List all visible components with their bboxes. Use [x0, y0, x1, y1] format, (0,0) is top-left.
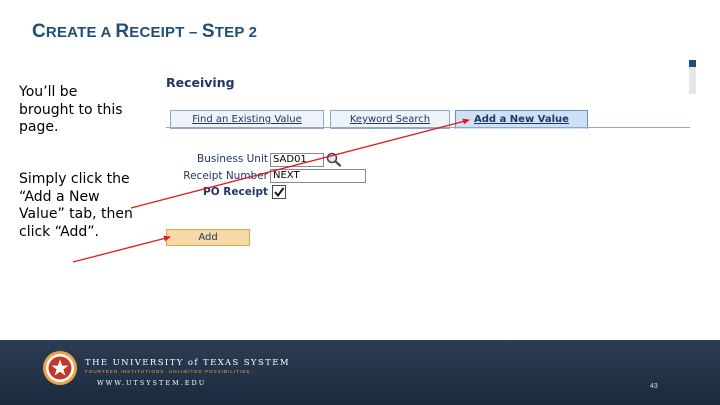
- side-marker: [689, 60, 696, 94]
- po-receipt-label: PO Receipt: [203, 186, 268, 198]
- add-button[interactable]: Add: [166, 229, 250, 246]
- tab-keyword-search-label: Keyword Search: [349, 114, 431, 125]
- title-rest-2: ECEIPT –: [129, 24, 202, 41]
- tab-divider: [166, 127, 690, 128]
- instruction-paragraph-1: You’ll be brought to this page.: [19, 84, 123, 135]
- tab-add-new-value-label: Add a New Value: [474, 114, 569, 125]
- business-unit-label: Business Unit: [196, 153, 268, 165]
- tab-find-existing-label: Find an Existing Value: [192, 114, 302, 125]
- title-rest-3: TEP 2: [214, 24, 258, 41]
- business-unit-input[interactable]: SAD01: [270, 153, 324, 167]
- receipt-number-input[interactable]: NEXT: [270, 169, 366, 183]
- title-rest-1: REATE A: [45, 24, 116, 41]
- slide-title: CREATE A RECEIPT – STEP 2: [32, 21, 257, 43]
- page-number: 43: [650, 383, 658, 390]
- instruction-paragraph-2: Simply click the “Add a New Value” tab, …: [19, 171, 133, 240]
- checkbox-checked-icon[interactable]: [272, 185, 286, 199]
- title-cap-2: R: [115, 21, 130, 42]
- title-cap-3: S: [201, 21, 215, 42]
- ut-system-seal: [43, 351, 77, 385]
- receipt-number-label: Receipt Number: [183, 170, 268, 182]
- footer-org-name: THE UNIVERSITY of TEXAS SYSTEM: [85, 358, 290, 368]
- receiving-heading: Receiving: [166, 75, 235, 90]
- footer-tagline: FOURTEEN INSTITUTIONS. UNLIMITED POSSIBI…: [85, 369, 253, 374]
- lookup-magnifier-icon[interactable]: [325, 151, 343, 167]
- footer-url[interactable]: WWW.UTSYSTEM.EDU: [97, 379, 206, 387]
- title-cap-1: C: [32, 21, 46, 42]
